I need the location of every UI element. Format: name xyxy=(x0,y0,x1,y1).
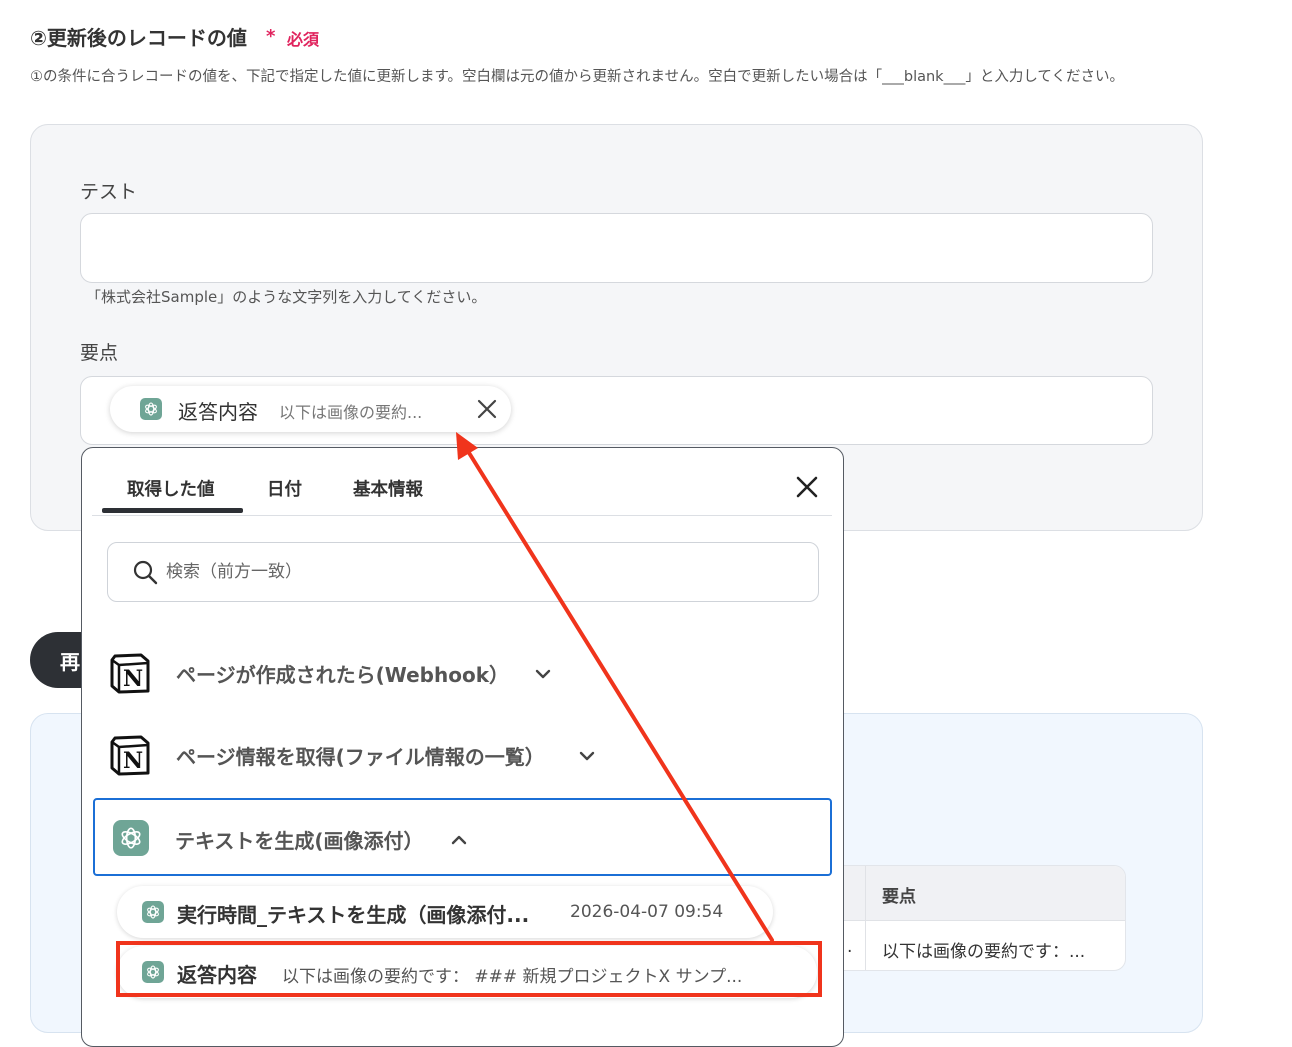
points-field-label: 要点 xyxy=(80,342,119,364)
result-table-cell-points: 以下は画像の要約です：... xyxy=(882,942,1086,962)
notion-icon: N xyxy=(109,734,151,776)
tab-divider xyxy=(92,515,832,516)
active-tab-indicator xyxy=(102,508,243,513)
required-asterisk: * xyxy=(266,26,276,47)
openai-icon xyxy=(113,820,149,856)
svg-text:N: N xyxy=(123,748,143,774)
chip-preview: 以下は画像の要約... xyxy=(279,403,423,422)
required-label: 必須 xyxy=(287,30,320,49)
tab-acquired-values[interactable]: 取得した値 xyxy=(127,476,215,501)
group-generate-text-image[interactable]: テキストを生成(画像添付） xyxy=(93,798,832,876)
group-label: ページが作成されたら(Webhook） xyxy=(176,663,509,687)
chevron-up-icon xyxy=(449,830,469,850)
tab-date[interactable]: 日付 xyxy=(267,476,302,501)
search-input[interactable] xyxy=(166,557,766,587)
points-value-chip[interactable]: 返答内容 以下は画像の要約... xyxy=(110,386,511,432)
value-item-exec-time[interactable]: 実行時間_テキストを生成（画像添付... 2026-04-07 09:54 xyxy=(117,886,773,938)
value-item-name: 実行時間_テキストを生成（画像添付... xyxy=(177,903,530,927)
close-icon[interactable] xyxy=(792,472,822,502)
section-title: ②更新後のレコードの値 xyxy=(30,26,247,50)
chip-remove-icon[interactable] xyxy=(474,396,500,422)
result-table-header-points: 要点 xyxy=(882,887,916,907)
search-icon xyxy=(132,559,158,585)
notion-icon: N xyxy=(109,652,151,694)
test-field-hint: 「株式会社Sample」のような文字列を入力してください。 xyxy=(86,288,487,306)
value-item-value: 2026-04-07 09:54 xyxy=(570,902,724,922)
chip-name: 返答内容 xyxy=(178,400,258,424)
group-page-created-webhook[interactable]: N ページが作成されたら(Webhook） xyxy=(93,634,832,712)
openai-icon xyxy=(142,901,164,923)
chevron-down-icon xyxy=(533,664,553,684)
result-table-cell: . xyxy=(847,937,853,957)
section-description: ①の条件に合うレコードの値を、下記で指定した値に更新します。空白欄は元の値から更… xyxy=(30,69,1124,85)
group-label: ページ情報を取得(ファイル情報の一覧） xyxy=(176,745,545,769)
group-label: テキストを生成(画像添付） xyxy=(175,829,424,853)
search-box[interactable] xyxy=(107,542,819,602)
test-field-label: テスト xyxy=(80,181,138,203)
svg-text:N: N xyxy=(123,666,143,692)
tab-basic-info[interactable]: 基本情報 xyxy=(353,476,423,501)
test-field-input[interactable] xyxy=(80,213,1153,283)
openai-icon xyxy=(140,398,162,420)
group-get-page-info[interactable]: N ページ情報を取得(ファイル情報の一覧） xyxy=(93,716,832,794)
annotation-highlight-box xyxy=(116,941,822,997)
result-table-divider xyxy=(865,866,866,970)
chevron-down-icon xyxy=(577,746,597,766)
